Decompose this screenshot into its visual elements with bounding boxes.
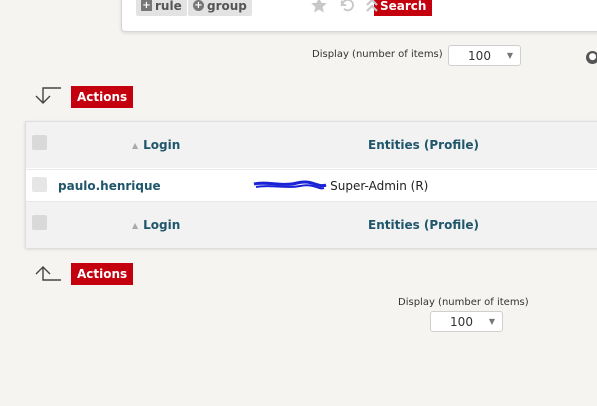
plus-square-icon: +	[141, 0, 152, 11]
page: + rule + group Search Display (number of…	[0, 0, 597, 406]
caret-down-icon: ▼	[488, 317, 495, 326]
row-checkbox[interactable]	[32, 177, 47, 192]
arrow-up-left-icon	[35, 266, 61, 281]
arrow-down-left-icon	[35, 87, 61, 104]
column-header-login[interactable]: ▲ Login	[132, 138, 180, 152]
login-link[interactable]: paulo.henrique	[58, 179, 161, 193]
add-rule-label: rule	[155, 0, 182, 13]
search-criteria-box: + rule + group Search	[121, 0, 597, 32]
collapse-icon[interactable]	[365, 0, 379, 14]
column-footer-entities[interactable]: Entities (Profile)	[368, 218, 479, 232]
display-count-select-bottom[interactable]: 100 ▼	[430, 311, 503, 332]
actions-button-bottom[interactable]: Actions	[71, 263, 134, 285]
column-login-label: Login	[143, 138, 181, 152]
add-group-button[interactable]: + group	[188, 0, 252, 16]
table-row: paulo.henrique - Super-Admin (R)	[26, 169, 597, 202]
caret-down-icon: ▼	[506, 51, 513, 60]
users-table: ▲ Login Entities (Profile) paulo.henrique…	[25, 121, 597, 248]
column-login-label-footer: Login	[143, 218, 181, 232]
redaction-scribble	[253, 180, 327, 190]
select-all-checkbox[interactable]	[32, 135, 47, 150]
sort-asc-icon: ▲	[132, 221, 139, 230]
display-count-label: Display (number of items)	[312, 49, 443, 60]
column-footer-login[interactable]: ▲ Login	[132, 218, 180, 232]
display-count-select[interactable]: 100 ▼	[448, 45, 521, 66]
select-all-checkbox-footer[interactable]	[32, 215, 47, 230]
display-count-label-bottom: Display (number of items)	[398, 297, 529, 308]
plus-circle-icon: +	[193, 0, 204, 11]
actions-button-top[interactable]: Actions	[71, 86, 134, 108]
sort-asc-icon: ▲	[132, 141, 139, 150]
entity-profile-value: - Super-Admin (R)	[322, 179, 429, 193]
add-group-label: group	[207, 0, 247, 13]
globe-icon[interactable]: ●	[586, 51, 597, 64]
star-icon[interactable]	[310, 0, 328, 14]
display-count-value-bottom: 100	[450, 314, 473, 329]
undo-icon[interactable]	[338, 0, 356, 14]
display-count-value: 100	[468, 48, 491, 63]
add-rule-button[interactable]: + rule	[136, 0, 187, 16]
table-footer-row: ▲ Login Entities (Profile)	[26, 202, 597, 248]
search-button[interactable]: Search	[374, 0, 433, 16]
table-header-row: ▲ Login Entities (Profile)	[26, 122, 597, 168]
column-header-entities[interactable]: Entities (Profile)	[368, 138, 479, 152]
